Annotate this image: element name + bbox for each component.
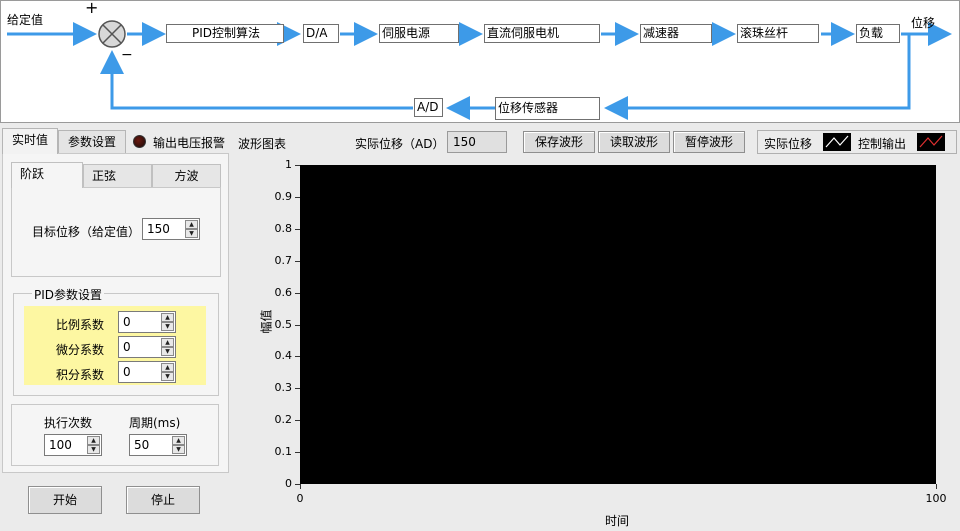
period-input[interactable]: 50 ▲ ▼ [129,434,187,456]
tab-params[interactable]: 参数设置 [58,130,126,154]
y-tick-label: 1 [285,158,292,171]
step-settings: 目标位移（给定值） 150 ▲ ▼ [11,187,221,277]
summing-junction [98,20,126,48]
pid-group: PID参数设置 比例系数 0 ▲ ▼ 微分系数 0 ▲ ▼ 积分系数 0 ▲ ▼ [13,286,219,396]
x-tick-mark [300,484,301,489]
minus-sign: − [121,47,133,63]
legend-control-swatch[interactable] [917,133,945,151]
diagram-arrows [7,20,952,120]
kp-input[interactable]: 0 ▲ ▼ [118,311,176,333]
y-tick-label: 0 [285,477,292,490]
plot-legend: 实际位移 控制输出 [757,130,957,154]
increment-icon[interactable]: ▲ [161,338,174,347]
x-axis-label: 时间 [605,514,630,528]
block-ball-screw: 滚珠丝杆 [737,24,819,43]
start-button[interactable]: 开始 [28,486,102,514]
y-axis-label: 幅值 [259,309,274,334]
decrement-icon[interactable]: ▼ [161,347,174,356]
y-tick-mark [295,228,300,230]
realtime-panel: 阶跃 正弦 方波 目标位移（给定值） 150 ▲ ▼ PID参数设置 比例系数 0… [2,153,229,473]
waveform-chart: 0 0.1 0.2 0.3 0.4 0.5 0.6 0.7 0.8 0.9 1 0 100 幅值 时间 [232,155,960,531]
y-tick-label: 0.9 [274,189,293,203]
target-position-input[interactable]: 150 ▲ ▼ [142,218,200,240]
legend-actual-swatch[interactable] [823,133,851,151]
increment-icon[interactable]: ▲ [87,436,100,445]
kp-label: 比例系数 [56,318,105,332]
pause-waveform-button[interactable]: 暂停波形 [673,131,745,153]
decrement-icon[interactable]: ▼ [161,322,174,331]
decrement-icon[interactable]: ▼ [87,445,100,454]
tab-realtime[interactable]: 实时值 [2,128,58,154]
block-servo-power: 伺服电源 [379,24,459,43]
y-tick-label: 0.8 [274,221,293,235]
ki-label: 积分系数 [56,368,105,382]
actual-position-value: 150 [447,131,507,153]
actual-position-label: 实际位移（AD） [355,137,445,151]
legend-control-label: 控制输出 [858,137,907,151]
increment-icon[interactable]: ▲ [161,363,174,372]
y-tick-label: 0.6 [274,285,293,299]
block-dc-motor: 直流伺服电机 [484,24,600,43]
exec-count-label: 执行次数 [44,416,93,430]
read-waveform-button[interactable]: 读取波形 [598,131,670,153]
y-tick-label: 0.2 [274,413,293,427]
x-tick-mark [936,484,937,489]
x-tick-label: 100 [925,492,947,505]
block-sensor: 位移传感器 [495,97,600,120]
y-tick-mark [295,420,300,422]
plus-sign: + [85,0,99,17]
kd-label: 微分系数 [56,343,105,357]
kd-input[interactable]: 0 ▲ ▼ [118,336,176,358]
y-tick-label: 0.7 [274,253,293,267]
y-tick-mark [295,292,300,294]
stop-button[interactable]: 停止 [126,486,200,514]
y-tick-label: 0.1 [274,445,293,459]
y-tick-mark [295,356,300,358]
decrement-icon[interactable]: ▼ [161,372,174,381]
alarm-label: 输出电压报警 [153,136,226,150]
y-tick-mark [295,452,300,454]
control-block-diagram: 给定值 + − 位移 PID控制算法 D/A 伺服电源 直流伺服电机 减速器 滚… [0,0,960,123]
decrement-icon[interactable]: ▼ [172,445,185,454]
y-tick-mark [295,388,300,390]
y-tick-label: 0.4 [274,349,293,363]
exec-group: 执行次数 100 ▲ ▼ 周期(ms) 50 ▲ ▼ [11,404,219,466]
y-tick-label: 0.3 [274,381,293,395]
block-load: 负载 [856,24,900,43]
y-tick-mark [295,165,300,166]
pid-group-highlight [24,306,206,385]
setpoint-label: 给定值 [7,13,44,27]
decrement-icon[interactable]: ▼ [185,229,198,238]
y-tick-mark [295,196,300,198]
pid-group-title: PID参数设置 [32,286,105,303]
block-pid: PID控制算法 [166,24,284,43]
legend-actual-label: 实际位移 [764,137,813,151]
block-reducer: 减速器 [640,24,712,43]
axis-ticks: 0 0.1 0.2 0.3 0.4 0.5 0.6 0.7 0.8 0.9 1 0 100 [232,155,960,531]
exec-count-input[interactable]: 100 ▲ ▼ [44,434,102,456]
increment-icon[interactable]: ▲ [161,313,174,322]
y-tick-mark [295,324,300,326]
save-waveform-button[interactable]: 保存波形 [523,131,595,153]
subtab-step[interactable]: 阶跃 [11,162,83,188]
x-tick-label: 0 [296,492,304,505]
chart-title: 波形图表 [238,137,287,151]
block-ad: A/D [414,98,443,117]
increment-icon[interactable]: ▲ [172,436,185,445]
subtab-sine[interactable]: 正弦 [83,164,152,188]
subtab-square[interactable]: 方波 [152,164,221,188]
target-position-label: 目标位移（给定值） [32,225,141,239]
y-tick-mark [295,260,300,262]
output-label: 位移 [911,16,936,30]
period-label: 周期(ms) [129,416,181,430]
alarm-led-icon [133,135,146,148]
ki-input[interactable]: 0 ▲ ▼ [118,361,176,383]
increment-icon[interactable]: ▲ [185,220,198,229]
block-da: D/A [303,24,339,43]
